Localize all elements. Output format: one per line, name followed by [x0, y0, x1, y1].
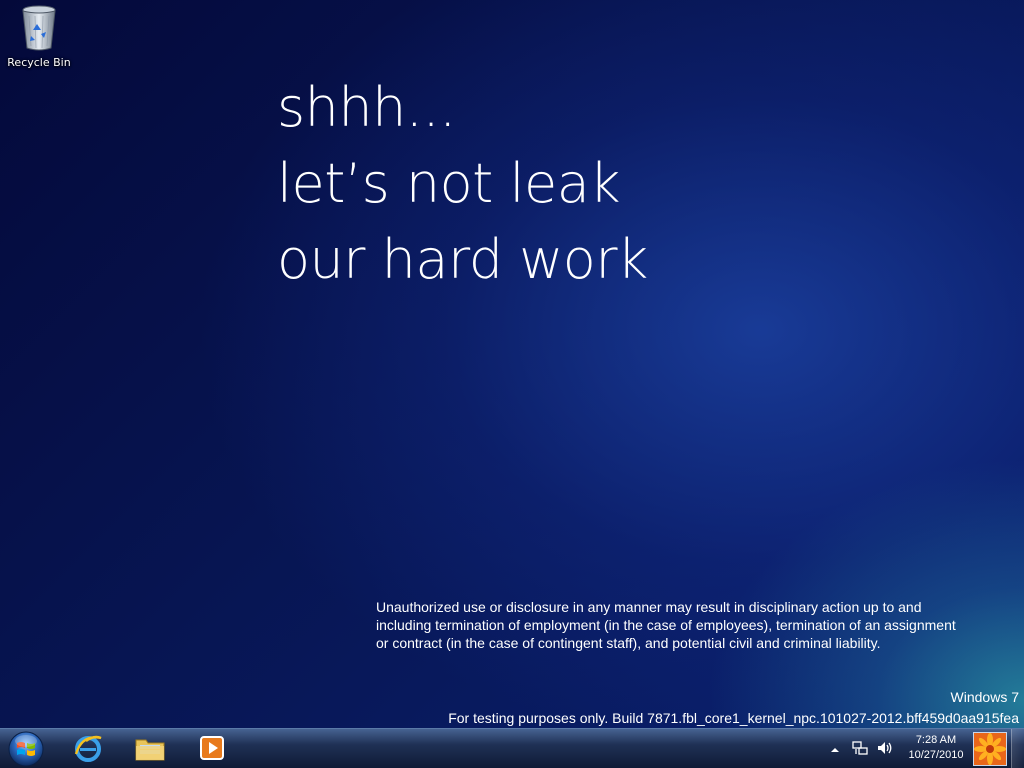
internet-explorer-icon — [74, 735, 102, 762]
taskbar-clock[interactable]: 7:28 AM 10/27/2010 — [900, 733, 972, 763]
headline-line-1: shhh... — [277, 76, 456, 139]
taskbar-media-player[interactable] — [194, 731, 230, 765]
show-hidden-icons-button[interactable] — [830, 742, 840, 752]
recycle-bin-icon — [22, 5, 56, 51]
clock-date: 10/27/2010 — [908, 749, 964, 761]
os-name-watermark: Windows 7 — [950, 689, 1019, 705]
desktop[interactable]: Recycle Bin shhh... let’s not leak our h… — [0, 0, 1024, 728]
clock-time: 7:28 AM — [915, 734, 957, 746]
show-hidden-icons-arrow-icon — [831, 748, 839, 752]
windows-start-orb-icon — [8, 731, 44, 767]
network-icon — [852, 741, 868, 755]
user-tile[interactable] — [973, 732, 1007, 766]
taskbar: 7:28 AM 10/27/2010 — [0, 728, 1024, 768]
build-watermark: For testing purposes only. Build 7871.fb… — [448, 710, 1019, 726]
legal-line-1: Unauthorized use or disclosure in any ma… — [376, 599, 922, 615]
show-desktop-button[interactable] — [1011, 729, 1024, 768]
desktop-icon-recycle-bin[interactable]: Recycle Bin — [4, 4, 74, 69]
volume-icon — [878, 742, 892, 754]
start-button[interactable] — [6, 730, 46, 768]
wallpaper-headline: shhh... let’s not leak our hard work — [277, 70, 648, 298]
windows-explorer-icon — [135, 739, 165, 761]
headline-line-2: let’s not leak — [277, 152, 621, 215]
media-player-icon — [200, 736, 224, 760]
legal-line-2: including termination of employment (in … — [376, 617, 956, 633]
flower-picture-icon — [974, 733, 1006, 765]
legal-notice: Unauthorized use or disclosure in any ma… — [376, 598, 1024, 652]
headline-line-3: our hard work — [277, 228, 648, 291]
desktop-icon-label: Recycle Bin — [7, 56, 71, 69]
taskbar-internet-explorer[interactable] — [70, 731, 106, 765]
network-tray-button[interactable] — [852, 740, 868, 756]
taskbar-windows-explorer[interactable] — [132, 731, 168, 765]
volume-tray-button[interactable] — [876, 740, 894, 756]
legal-line-3: or contract (in the case of contingent s… — [376, 635, 881, 651]
